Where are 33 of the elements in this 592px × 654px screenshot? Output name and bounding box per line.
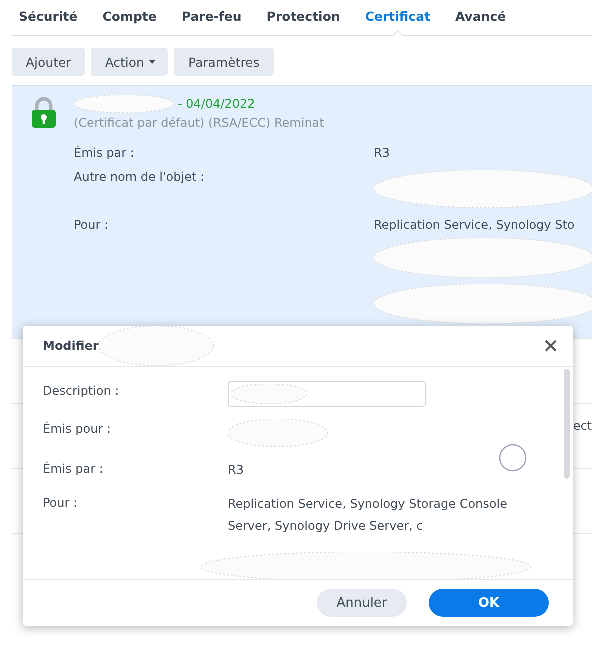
field-label: Émis pour : [43, 420, 112, 438]
dialog-title: Modifier [43, 339, 99, 353]
field-value: Replication Service, Synology Sto [374, 218, 576, 232]
field-value: ect [573, 419, 592, 433]
tab[interactable]: Pare-feu [172, 0, 251, 35]
tab[interactable]: Sécurité [11, 0, 87, 35]
caret-icon [149, 60, 156, 64]
cancel-button[interactable]: Annuler [317, 589, 407, 617]
lock-icon [32, 97, 56, 129]
field-label: Émis par : [43, 460, 104, 478]
close-icon[interactable] [545, 340, 557, 352]
tab[interactable]: Compte [94, 0, 166, 35]
certificate-description: (Certificat par défaut) (RSA/ECC) Reminat [74, 116, 326, 130]
expiry-date: - 04/04/2022 [178, 97, 256, 111]
field-label: Pour : [43, 495, 79, 512]
toolbar-button[interactable]: Ajouter [12, 48, 86, 76]
field-value: R3 [228, 463, 244, 477]
toolbar-button[interactable]: Paramètres [174, 48, 274, 76]
field-value: Replication Service, Synology Storage Console Server, Synology Drive Server, c [228, 497, 508, 533]
circle-icon [499, 444, 527, 472]
certificate-item[interactable]: - 04/04/2022 (Certificat par défaut) (RSA/ECC) Reminat Émis par : R3 Autre nom de l'objet : Pour : Replication Service, Synology Sto [12, 85, 592, 338]
field-label: Autre nom de l'objet : [74, 170, 206, 186]
toolbar-button[interactable]: Action [91, 48, 168, 76]
tab[interactable]: Protection [258, 0, 350, 35]
tab[interactable]: Certificat [356, 0, 440, 35]
scrollbar[interactable] [564, 369, 570, 479]
ok-button[interactable]: OK [429, 589, 549, 617]
field-label: Pour : [74, 218, 110, 234]
field-value: R3 [374, 146, 391, 160]
tab[interactable]: Avancé [446, 0, 516, 35]
field-label: Description : [43, 383, 120, 400]
field-label: Émis par : [74, 146, 136, 160]
description-field[interactable] [228, 381, 426, 407]
